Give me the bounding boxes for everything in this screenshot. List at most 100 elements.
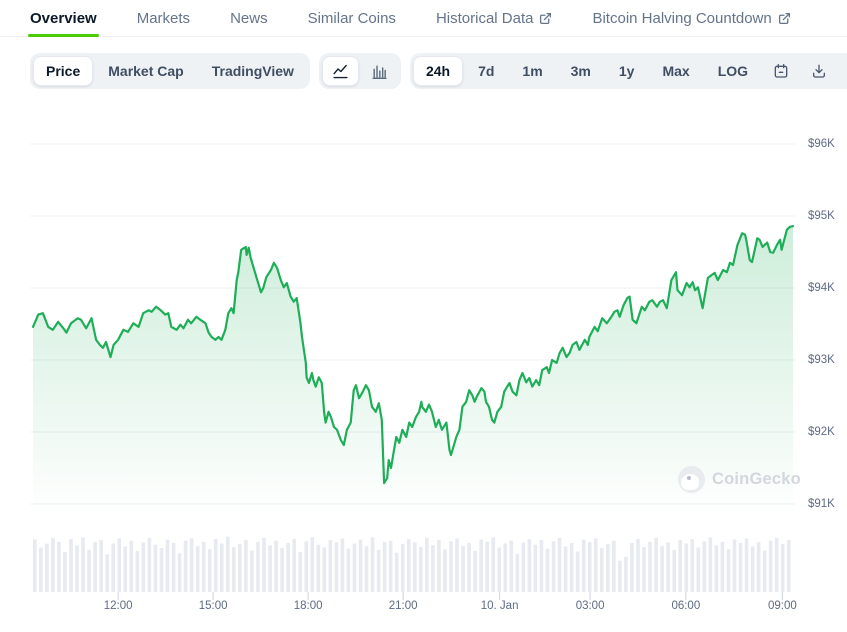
volume-bar [310, 537, 314, 592]
volume-bar [684, 544, 688, 592]
volume-bar [130, 541, 134, 592]
volume-bar [503, 544, 507, 592]
fullscreen-button[interactable] [839, 56, 847, 86]
chart-toolbar: Price Market Cap TradingView 24h 7d 1m 3… [30, 53, 845, 89]
volume-bar [497, 548, 501, 592]
tab-label: Similar Coins [308, 10, 396, 27]
volume-bar [148, 538, 152, 592]
volume-bar [540, 540, 544, 592]
volume-bar [775, 538, 779, 592]
volume-bar [250, 550, 254, 592]
volume-bar [624, 557, 628, 592]
volume-bar [335, 542, 339, 592]
range-7d-button[interactable]: 7d [465, 56, 507, 86]
volume-bar [208, 549, 212, 592]
volume-bar [87, 550, 91, 592]
volume-bar [787, 540, 791, 592]
volume-bar [105, 554, 109, 592]
range-1m-button[interactable]: 1m [509, 56, 555, 86]
y-axis-label: $91K [808, 496, 847, 512]
volume-bar [329, 540, 333, 592]
volume-bar [630, 543, 634, 592]
volume-bar [781, 544, 785, 592]
line-chart-button[interactable] [322, 56, 359, 86]
tab-markets[interactable]: Markets [137, 0, 190, 36]
bar-chart-button[interactable] [361, 56, 398, 86]
volume-bar [727, 549, 731, 592]
tab-historical-data[interactable]: Historical Data [436, 0, 553, 36]
volume-bar [757, 542, 761, 592]
y-axis-label: $96K [808, 136, 847, 152]
volume-bar [690, 539, 694, 592]
volume-bar [419, 547, 423, 592]
volume-bar [184, 541, 188, 592]
volume-bar [588, 542, 592, 592]
price-chart-area[interactable]: $96K$95K$94K$93K$92K$91K 12:0015:0018:00… [0, 100, 847, 632]
x-axis-label: 12:00 [90, 600, 146, 612]
volume-bar [323, 548, 327, 592]
volume-bar [365, 546, 369, 592]
volume-bar [383, 542, 387, 592]
log-scale-button[interactable]: LOG [705, 56, 761, 86]
tab-overview[interactable]: Overview [30, 0, 97, 36]
market-cap-button[interactable]: Market Cap [95, 56, 196, 86]
price-button[interactable]: Price [33, 56, 93, 86]
volume-bar [516, 554, 520, 592]
x-axis-label: 15:00 [185, 600, 241, 612]
metric-switcher: Price Market Cap TradingView [30, 53, 310, 89]
x-axis-label: 18:00 [280, 600, 336, 612]
volume-bar [256, 542, 260, 592]
range-1y-button[interactable]: 1y [606, 56, 648, 86]
volume-bar [280, 548, 284, 592]
volume-bar [606, 544, 610, 592]
volume-bar [377, 550, 381, 592]
volume-bar [117, 538, 121, 592]
volume-bar [304, 541, 308, 592]
tab-similar-coins[interactable]: Similar Coins [308, 0, 396, 36]
volume-bar [534, 545, 538, 592]
range-switcher: 24h 7d 1m 3m 1y Max LOG [410, 53, 847, 89]
volume-bar [160, 548, 164, 592]
volume-bar [232, 547, 236, 592]
volume-bar [612, 541, 616, 592]
volume-bar [81, 537, 85, 592]
x-axis-label: 03:00 [562, 600, 618, 612]
volume-bar [745, 538, 749, 592]
range-3m-button[interactable]: 3m [558, 56, 604, 86]
volume-bar [63, 552, 67, 592]
volume-bar [733, 540, 737, 592]
volume-bar [443, 549, 447, 592]
volume-bar [672, 550, 676, 592]
range-max-button[interactable]: Max [649, 56, 702, 86]
tab-news[interactable]: News [230, 0, 268, 36]
download-chart-button[interactable] [801, 56, 837, 86]
x-axis-label: 09:00 [754, 600, 810, 612]
volume-bar [196, 546, 200, 592]
x-axis-label: 21:00 [375, 600, 431, 612]
volume-bar [407, 539, 411, 592]
volume-bar [99, 540, 103, 592]
tab-label: Bitcoin Halving Countdown [592, 10, 771, 27]
price-chart-svg [0, 100, 847, 632]
tab-label: News [230, 10, 268, 27]
volume-bars [33, 537, 791, 592]
volume-bar [413, 542, 417, 592]
tab-bitcoin-halving-countdown[interactable]: Bitcoin Halving Countdown [592, 0, 790, 36]
volume-bar [666, 542, 670, 592]
volume-bar [479, 540, 483, 592]
tab-label: Historical Data [436, 10, 534, 27]
external-link-icon [539, 12, 552, 25]
volume-bar [57, 542, 61, 592]
range-24h-button[interactable]: 24h [413, 56, 463, 86]
volume-bar [576, 552, 580, 592]
volume-bar [642, 547, 646, 592]
tab-label: Markets [137, 10, 190, 27]
volume-bar [449, 541, 453, 592]
tradingview-button[interactable]: TradingView [199, 56, 307, 86]
watermark-text: CoinGecko [712, 470, 801, 489]
volume-bar [582, 540, 586, 592]
date-range-button[interactable] [763, 56, 799, 86]
volume-bar [33, 540, 37, 592]
volume-bar [262, 538, 266, 592]
volume-bar [190, 538, 194, 592]
